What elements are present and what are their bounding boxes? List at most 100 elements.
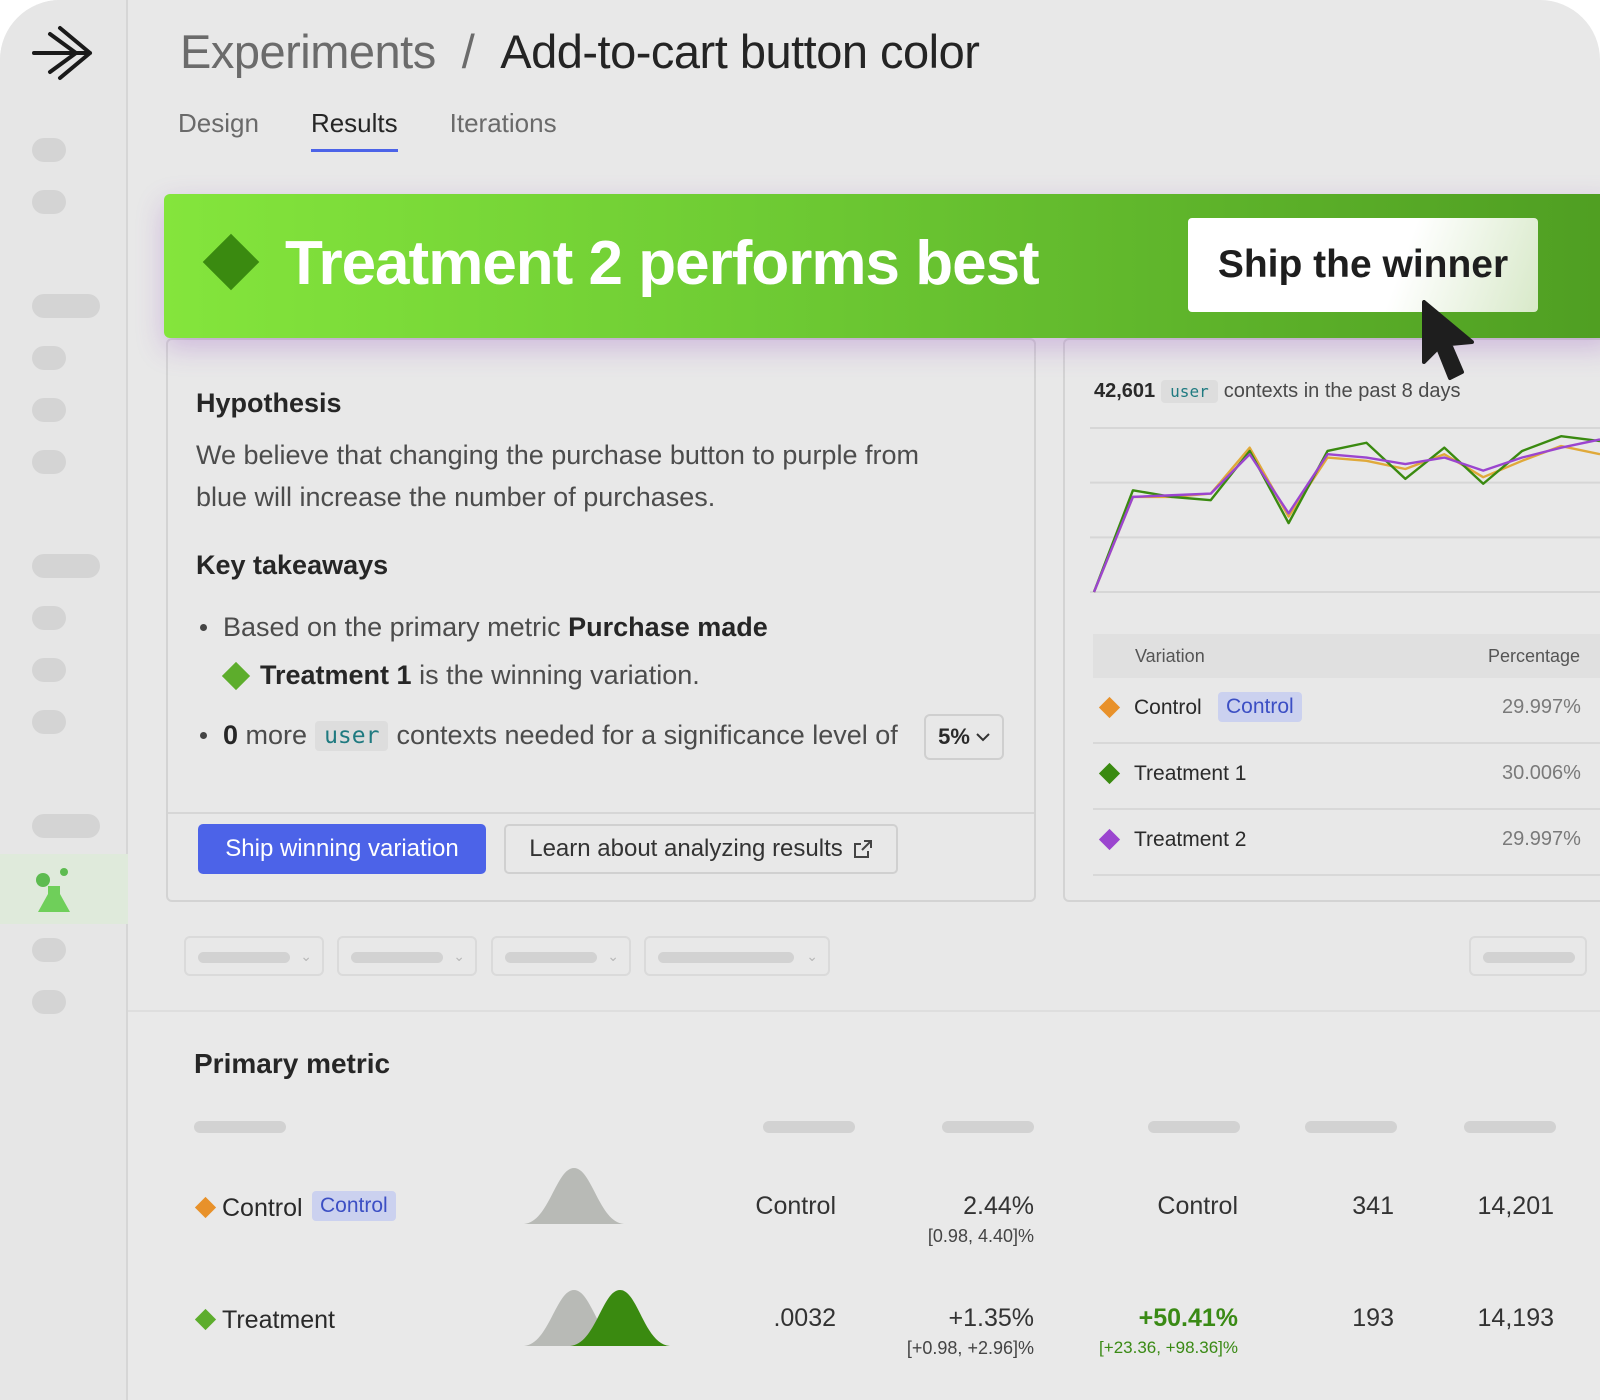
variation-name: Treatment 2 bbox=[1134, 828, 1247, 851]
sidebar-item[interactable] bbox=[32, 606, 66, 630]
breadcrumb-parent[interactable]: Experiments bbox=[180, 25, 436, 78]
bullet-dot bbox=[200, 732, 207, 739]
winner-suffix: is the winning variation. bbox=[419, 660, 700, 690]
sidebar-item[interactable] bbox=[32, 814, 100, 838]
logo-icon[interactable] bbox=[30, 20, 96, 86]
control-distribution bbox=[524, 1168, 624, 1224]
sidebar-item[interactable] bbox=[32, 658, 66, 682]
chevron-down-icon: ⌄ bbox=[453, 948, 465, 964]
chevron-down-icon: ⌄ bbox=[300, 948, 312, 964]
filter-dropdown[interactable]: ⌄ bbox=[644, 936, 830, 976]
key-takeaways-label: Key takeaways bbox=[196, 550, 389, 580]
column-header-placeholder bbox=[942, 1121, 1034, 1133]
hypothesis-label: Hypothesis bbox=[196, 388, 342, 418]
sidebar-item[interactable] bbox=[32, 294, 100, 318]
column-header-placeholder bbox=[763, 1121, 855, 1133]
learn-button-label: Learn about analyzing results bbox=[529, 835, 843, 862]
metric-cell: .0032 bbox=[773, 1304, 836, 1332]
metric-cell: 193 bbox=[1352, 1304, 1394, 1332]
sidebar-item[interactable] bbox=[32, 398, 66, 422]
significance-select[interactable]: 5% bbox=[924, 714, 1004, 760]
sidebar-item[interactable] bbox=[32, 554, 100, 578]
page-title: Add-to-cart button color bbox=[500, 25, 980, 78]
percentage-column-header: Percentage bbox=[1488, 646, 1581, 666]
sidebar-item[interactable] bbox=[32, 450, 66, 474]
metric-variation-name: Treatment bbox=[222, 1306, 336, 1334]
app-window: Experiments / Add-to-cart button color Des… bbox=[0, 0, 1600, 1400]
filter-button[interactable] bbox=[1469, 936, 1587, 976]
traffic-summary: 42,601 user contexts in the past 8 days bbox=[1094, 380, 1461, 403]
tab-iterations[interactable]: Iterations bbox=[450, 108, 557, 152]
tab-results[interactable]: Results bbox=[310, 108, 398, 152]
ship-the-winner-button[interactable]: Ship the winner bbox=[1188, 218, 1538, 312]
contexts-more: more bbox=[245, 720, 308, 750]
metric-interval: [0.98, 4.40]% bbox=[927, 1226, 1034, 1246]
breadcrumb-separator: / bbox=[461, 25, 475, 78]
learn-analyzing-results-button[interactable]: Learn about analyzing results bbox=[504, 824, 898, 874]
flask-icon bbox=[36, 868, 70, 912]
metric-cell: 2.44% bbox=[963, 1192, 1034, 1220]
filter-dropdown[interactable]: ⌄ bbox=[337, 936, 477, 976]
bullet-dot bbox=[200, 624, 207, 631]
control-badge: Control bbox=[1218, 692, 1302, 722]
chevron-down-icon: ⌄ bbox=[607, 948, 619, 964]
column-header-placeholder bbox=[194, 1121, 286, 1133]
column-header-placeholder bbox=[1464, 1121, 1556, 1133]
sidebar-item[interactable] bbox=[32, 938, 66, 962]
variation-percentage: 29.997% bbox=[1502, 828, 1581, 850]
variation-name: Treatment 1 bbox=[1134, 762, 1247, 785]
significance-value: 5% bbox=[938, 724, 970, 749]
sidebar-item[interactable] bbox=[32, 990, 66, 1014]
ship-winning-variation-button[interactable]: Ship winning variation bbox=[198, 824, 486, 874]
chevron-down-icon: ⌄ bbox=[806, 948, 818, 964]
metric-cell: 14,201 bbox=[1477, 1192, 1554, 1220]
sidebar-item[interactable] bbox=[32, 138, 66, 162]
chart-series-line-0 bbox=[1092, 444, 1600, 593]
filter-dropdown[interactable]: ⌄ bbox=[184, 936, 324, 976]
tab-design[interactable]: Design bbox=[178, 108, 259, 152]
winner-title: Treatment 2 performs best bbox=[285, 229, 1040, 298]
mouse-pointer-icon bbox=[1422, 300, 1474, 380]
breadcrumb: Experiments / Add-to-cart button color bbox=[180, 24, 980, 79]
sidebar bbox=[0, 0, 128, 1400]
metric-cell: Control bbox=[1157, 1192, 1238, 1220]
metric-cell: 14,193 bbox=[1477, 1304, 1554, 1332]
traffic-context-code: user bbox=[1161, 380, 1218, 403]
variation-percentage: 30.006% bbox=[1502, 762, 1581, 784]
sidebar-item[interactable] bbox=[32, 710, 66, 734]
metric-cell: Control bbox=[755, 1192, 836, 1220]
tab-bar: Design Results Iterations bbox=[178, 108, 557, 152]
primary-metric-name: Purchase made bbox=[568, 612, 768, 642]
sidebar-item[interactable] bbox=[32, 190, 66, 214]
chevron-down-icon bbox=[976, 733, 990, 742]
takeaway-prefix: Based on the primary metric bbox=[223, 612, 561, 642]
external-link-icon bbox=[853, 840, 872, 858]
hypothesis-text: We believe that changing the purchase bu… bbox=[196, 440, 919, 512]
metric-variation-name: Control bbox=[222, 1194, 303, 1222]
sidebar-item[interactable] bbox=[32, 346, 66, 370]
filter-dropdown[interactable]: ⌄ bbox=[491, 936, 631, 976]
primary-metric-title: Primary metric bbox=[194, 1048, 391, 1079]
column-header-placeholder bbox=[1305, 1121, 1397, 1133]
metric-cell: +1.35% bbox=[948, 1304, 1035, 1332]
takeaway-winner: Treatment 1 is the winning variation. bbox=[221, 660, 700, 691]
card-divider bbox=[168, 812, 1034, 814]
chart-series-line-2 bbox=[1092, 438, 1600, 593]
takeaway-contexts-needed: 0 more user contexts needed for a signif… bbox=[200, 720, 898, 751]
variation-column-header: Variation bbox=[1135, 646, 1205, 666]
variation-name: Control bbox=[1134, 696, 1202, 719]
takeaway-primary-metric: Based on the primary metric Purchase mad… bbox=[200, 612, 768, 643]
traffic-chart bbox=[1090, 427, 1600, 593]
traffic-count: 42,601 bbox=[1094, 380, 1156, 402]
context-kind-code: user bbox=[315, 720, 389, 751]
column-header-placeholder bbox=[1148, 1121, 1240, 1133]
metric-cell: 341 bbox=[1352, 1192, 1394, 1220]
winning-variation-name: Treatment 1 bbox=[260, 660, 412, 690]
treatment-diamond-icon bbox=[221, 661, 251, 690]
contexts-needed-count: 0 bbox=[223, 720, 239, 750]
metric-interval: [+0.98, +2.96]% bbox=[906, 1338, 1034, 1358]
metric-lift-interval: [+23.36, +98.36]% bbox=[1099, 1338, 1238, 1357]
contexts-suffix: contexts needed for a significance level… bbox=[396, 720, 898, 750]
control-badge: Control bbox=[312, 1191, 396, 1221]
variation-percentage: 29.997% bbox=[1502, 696, 1581, 718]
